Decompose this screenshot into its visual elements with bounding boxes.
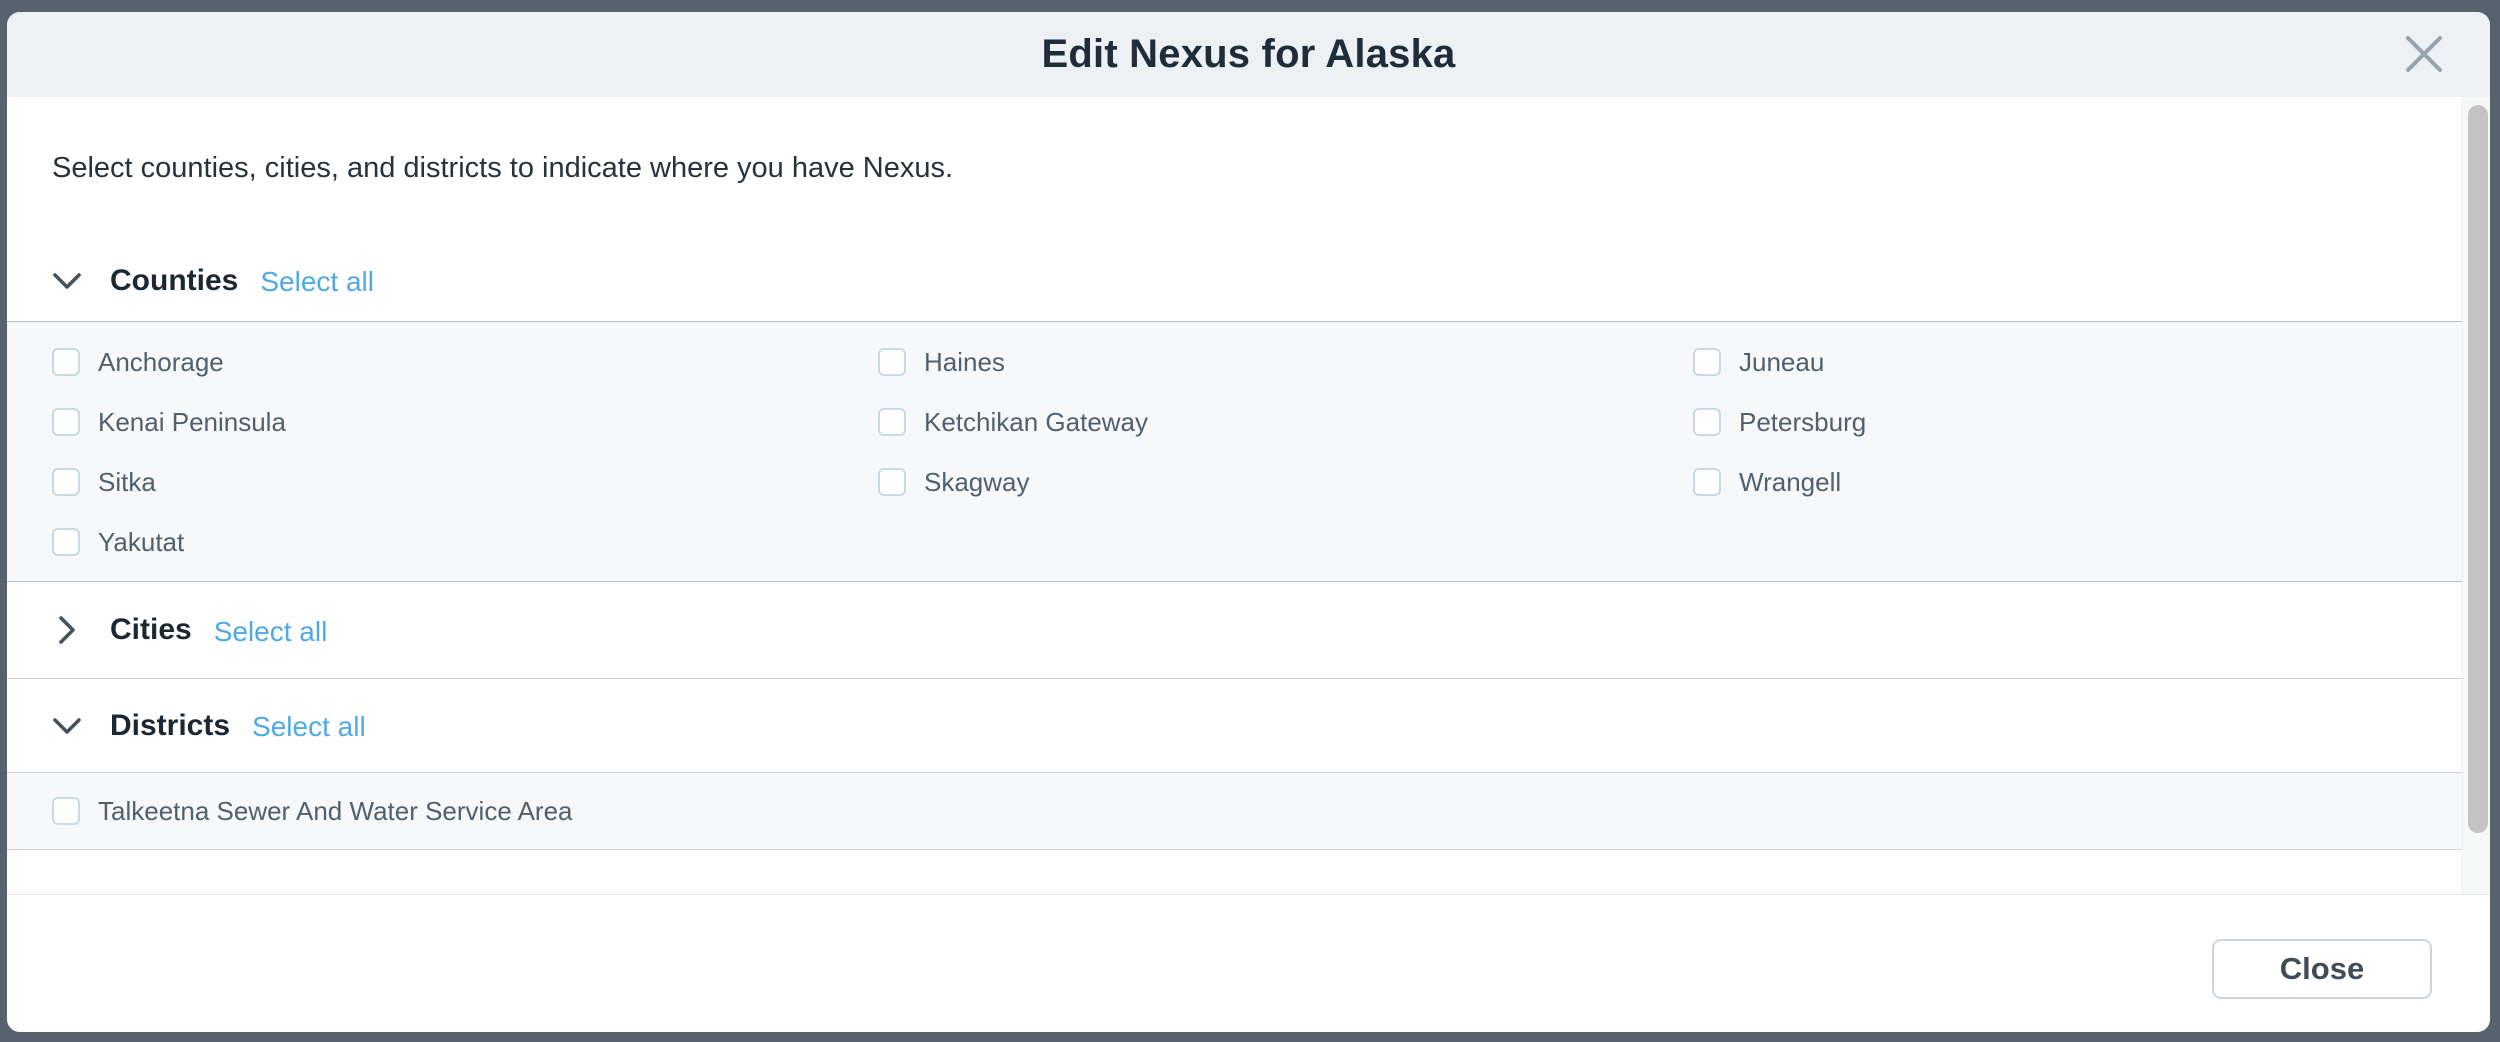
county-item: Haines xyxy=(878,332,1693,392)
scrollbar-track[interactable] xyxy=(2462,97,2490,894)
counties-section-header: Counties Select all xyxy=(7,240,2462,321)
modal-header: Edit Nexus for Alaska xyxy=(7,12,2490,97)
county-label: Skagway xyxy=(924,467,1030,498)
county-item: Wrangell xyxy=(1693,452,2462,512)
county-label: Wrangell xyxy=(1739,467,1841,498)
districts-section-label: Districts xyxy=(110,709,230,743)
checkbox-juneau[interactable] xyxy=(1693,348,1721,376)
chevron-down-icon[interactable] xyxy=(52,717,82,735)
county-label: Anchorage xyxy=(98,347,224,378)
county-item: Skagway xyxy=(878,452,1693,512)
modal-title: Edit Nexus for Alaska xyxy=(7,12,2490,97)
close-button[interactable]: Close xyxy=(2212,939,2432,999)
counties-section-label: Counties xyxy=(110,264,238,298)
county-label: Kenai Peninsula xyxy=(98,407,286,438)
county-item: Juneau xyxy=(1693,332,2462,392)
counties-select-all-link[interactable]: Select all xyxy=(260,266,374,298)
cities-section-header: Cities Select all xyxy=(7,582,2462,679)
checkbox-haines[interactable] xyxy=(878,348,906,376)
checkbox-skagway[interactable] xyxy=(878,468,906,496)
edit-nexus-modal: Edit Nexus for Alaska Select counties, c… xyxy=(7,12,2490,1032)
checkbox-kenai-peninsula[interactable] xyxy=(52,408,80,436)
modal-body: Select counties, cities, and districts t… xyxy=(7,97,2490,894)
county-label: Sitka xyxy=(98,467,156,498)
county-label: Juneau xyxy=(1739,347,1824,378)
county-label: Ketchikan Gateway xyxy=(924,407,1148,438)
checkbox-sitka[interactable] xyxy=(52,468,80,496)
cities-select-all-link[interactable]: Select all xyxy=(214,616,328,648)
intro-text: Select counties, cities, and districts t… xyxy=(7,97,2462,240)
modal-footer: Close xyxy=(7,894,2490,1032)
county-item: Petersburg xyxy=(1693,392,2462,452)
county-item: Sitka xyxy=(52,452,878,512)
county-label: Haines xyxy=(924,347,1005,378)
counties-checkbox-list: Anchorage Haines Juneau Kenai Peninsula … xyxy=(7,321,2462,582)
district-label: Talkeetna Sewer And Water Service Area xyxy=(98,796,573,827)
checkbox-wrangell[interactable] xyxy=(1693,468,1721,496)
cities-section-label: Cities xyxy=(110,613,192,647)
districts-section-header: Districts Select all xyxy=(7,679,2462,772)
scrollbar-thumb[interactable] xyxy=(2468,105,2488,833)
checkbox-talkeetna-sewer-and-water-service-area[interactable] xyxy=(52,797,80,825)
checkbox-ketchikan-gateway[interactable] xyxy=(878,408,906,436)
close-icon[interactable] xyxy=(2402,32,2446,76)
county-item: Yakutat xyxy=(52,512,878,572)
scroll-content: Select counties, cities, and districts t… xyxy=(7,97,2462,850)
checkbox-anchorage[interactable] xyxy=(52,348,80,376)
districts-select-all-link[interactable]: Select all xyxy=(252,711,366,743)
district-item: Talkeetna Sewer And Water Service Area xyxy=(7,772,2462,850)
county-item: Kenai Peninsula xyxy=(52,392,878,452)
county-label: Yakutat xyxy=(98,527,184,558)
county-item: Ketchikan Gateway xyxy=(878,392,1693,452)
chevron-down-icon[interactable] xyxy=(52,272,82,290)
checkbox-petersburg[interactable] xyxy=(1693,408,1721,436)
county-item: Anchorage xyxy=(52,332,878,392)
county-label: Petersburg xyxy=(1739,407,1866,438)
checkbox-yakutat[interactable] xyxy=(52,528,80,556)
chevron-right-icon[interactable] xyxy=(52,615,82,645)
